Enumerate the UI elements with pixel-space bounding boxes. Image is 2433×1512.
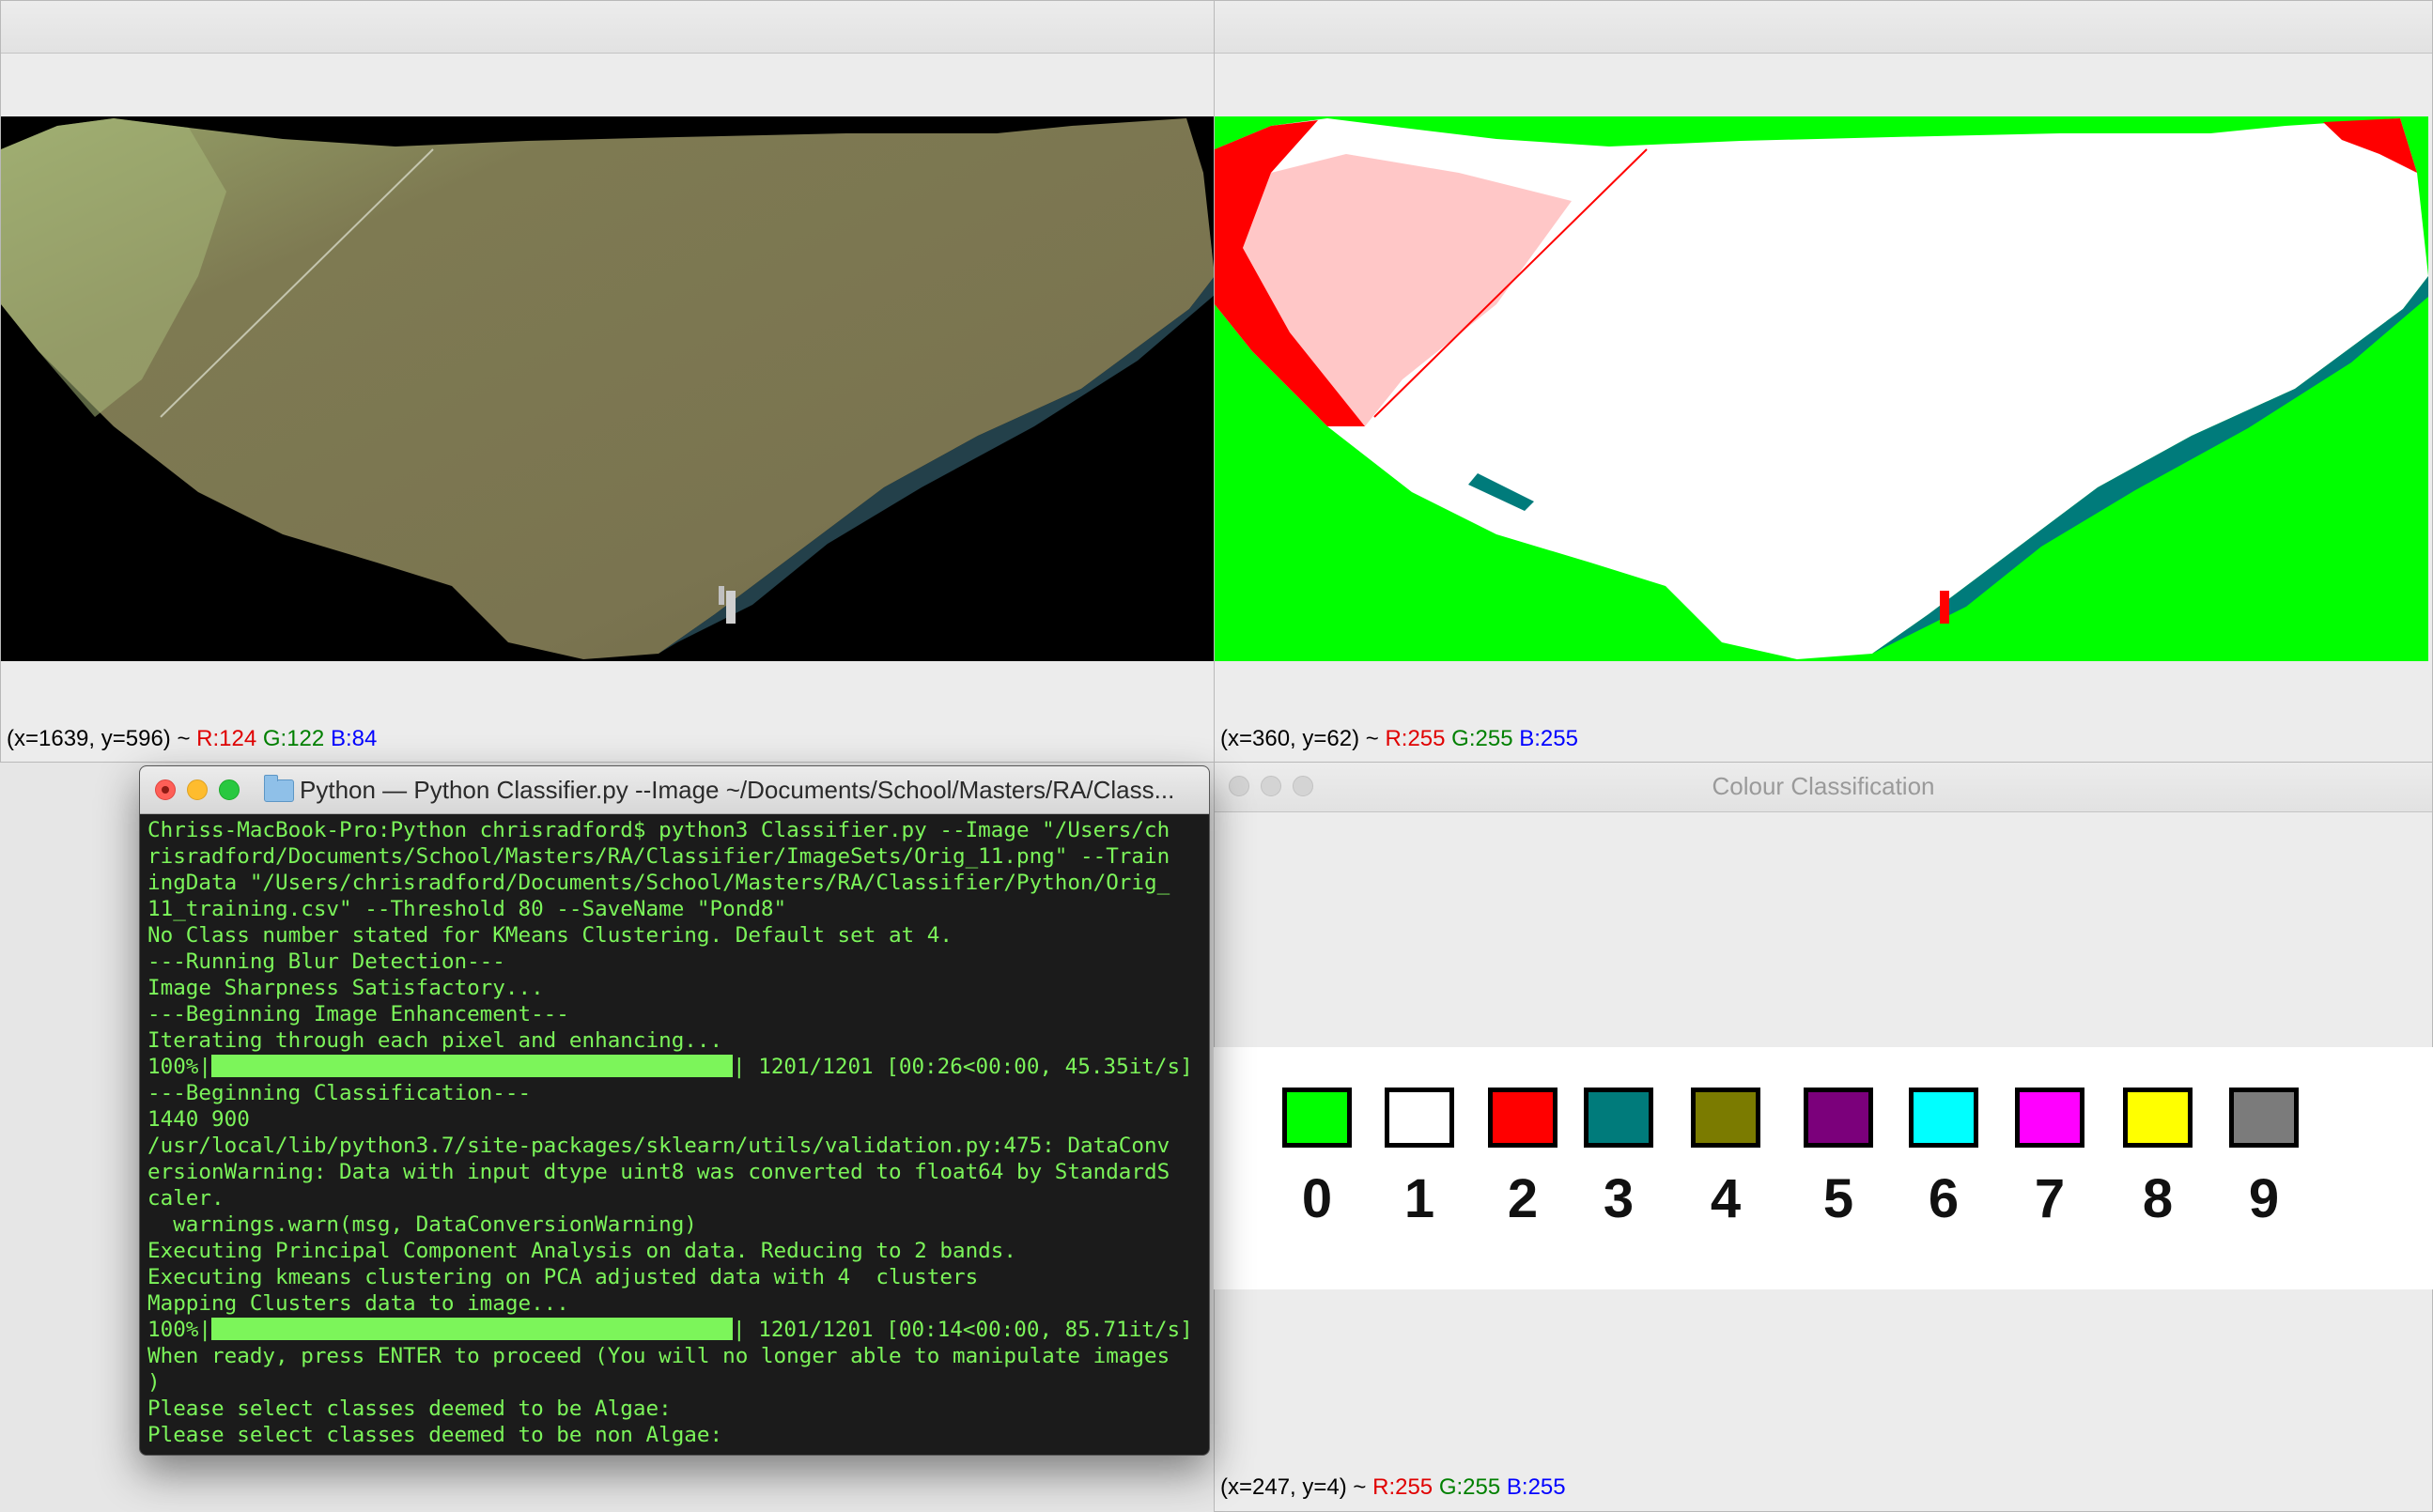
class-swatch-7[interactable]: [2015, 1088, 2084, 1148]
terminal-line: ---Beginning Image Enhancement---: [147, 1002, 569, 1026]
terminal-line: When ready, press ENTER to proceed (You …: [147, 1344, 1170, 1368]
class-swatch-8[interactable]: [2123, 1088, 2193, 1148]
terminal-line: Chriss-MacBook-Pro:Python chrisradford$ …: [147, 818, 1170, 842]
status-red: R:255: [1385, 726, 1446, 751]
window-titlebar[interactable]: Colour Classification: [1215, 763, 2432, 812]
terminal-line: ersionWarning: Data with input dtype uin…: [147, 1160, 1170, 1184]
status-separator: ~: [1365, 726, 1379, 751]
class-swatch-0[interactable]: [1282, 1088, 1352, 1148]
progress-line: 100%| | 1201/1201 [00:14<00:00, 85.71it/s…: [147, 1317, 1203, 1343]
pixel-status-bar: (x=360, y=62) ~ R:255 G:255 B:255: [1220, 726, 1578, 752]
progress-percent: 100%|: [147, 1055, 212, 1079]
terminal-line: 1440 900: [147, 1107, 250, 1132]
classified-pond-image[interactable]: [1215, 116, 2428, 661]
status-blue: B:255: [1519, 726, 1578, 751]
class-swatch-9[interactable]: [2229, 1088, 2299, 1148]
progress-stats: | 1201/1201 [00:26<00:00, 45.35it/s]: [733, 1055, 1193, 1079]
terminal-output[interactable]: Chriss-MacBook-Pro:Python chrisradford$ …: [147, 817, 1203, 1451]
class-swatch-4[interactable]: [1691, 1088, 1760, 1148]
pixel-status-bar: (x=247, y=4) ~ R:255 G:255 B:255: [1220, 1474, 1566, 1501]
terminal-line: 11_training.csv" --Threshold 80 --SaveNa…: [147, 897, 787, 921]
terminal-line: Iterating through each pixel and enhanci…: [147, 1028, 723, 1053]
class-label-2: 2: [1507, 1168, 1539, 1229]
progress-bar: [211, 1318, 734, 1340]
class-label-4: 4: [1710, 1168, 1742, 1229]
zoom-button[interactable]: [219, 779, 240, 800]
status-coords: (x=247, y=4): [1220, 1474, 1347, 1500]
class-swatch-3[interactable]: [1584, 1088, 1653, 1148]
terminal-line: /usr/local/lib/python3.7/site-packages/s…: [147, 1134, 1170, 1158]
status-blue: B:255: [1506, 1474, 1566, 1500]
class-label-8: 8: [2142, 1168, 2174, 1229]
status-green: G:122: [262, 726, 325, 751]
class-label-7: 7: [2034, 1168, 2066, 1229]
progress-percent: 100%|: [147, 1318, 212, 1342]
terminal-title: Python — Python Classifier.py --Image ~/…: [300, 776, 1175, 804]
terminal-titlebar[interactable]: Python — Python Classifier.py --Image ~/…: [140, 766, 1209, 814]
class-swatch-2[interactable]: [1488, 1088, 1557, 1148]
terminal-line: risradford/Documents/School/Masters/RA/C…: [147, 844, 1170, 869]
terminal-line: Executing kmeans clustering on PCA adjus…: [147, 1265, 979, 1289]
status-blue: B:84: [330, 726, 378, 751]
terminal-line: Executing Principal Component Analysis o…: [147, 1239, 1016, 1263]
window-title: Colour Classification: [1712, 772, 1935, 800]
class-label-1: 1: [1403, 1168, 1435, 1229]
status-red: R:255: [1372, 1474, 1433, 1500]
minimize-button[interactable]: [187, 779, 208, 800]
class-label-5: 5: [1822, 1168, 1854, 1229]
status-coords: (x=360, y=62): [1220, 726, 1360, 751]
class-label-3: 3: [1603, 1168, 1635, 1229]
class-swatch-5[interactable]: [1804, 1088, 1873, 1148]
status-separator: ~: [1353, 1474, 1367, 1500]
original-image-window[interactable]: (x=1639, y=596) ~ R:124 G:122 B:84: [0, 0, 1216, 763]
class-label-0: 0: [1301, 1168, 1333, 1229]
window-toolbar: [1215, 812, 2432, 874]
progress-stats: | 1201/1201 [00:14<00:00, 85.71it/s]: [733, 1318, 1193, 1342]
close-button[interactable]: [155, 779, 176, 800]
window-titlebar[interactable]: [1, 1, 1215, 54]
terminal-line: Please select classes deemed to be non A…: [147, 1423, 723, 1447]
classified-image-window[interactable]: (x=360, y=62) ~ R:255 G:255 B:255: [1214, 0, 2433, 763]
terminal-line: ---Beginning Classification---: [147, 1081, 532, 1105]
class-label-9: 9: [2248, 1168, 2280, 1229]
pond-image-graphic: [1, 118, 1215, 659]
terminal-line: Mapping Clusters data to image...: [147, 1291, 569, 1316]
window-toolbar: [1, 54, 1215, 116]
status-coords: (x=1639, y=596): [7, 726, 171, 751]
terminal-line: warnings.warn(msg, DataConversionWarning…: [147, 1212, 697, 1237]
folder-icon: [264, 775, 294, 802]
progress-bar: [211, 1055, 734, 1077]
class-color-legend[interactable]: 0 1 2 3 4 5 6 7 8 9: [1214, 1047, 2433, 1289]
class-swatch-1[interactable]: [1385, 1088, 1454, 1148]
terminal-line: ): [147, 1370, 161, 1395]
status-separator: ~: [177, 726, 191, 751]
original-pond-image[interactable]: [1, 116, 1215, 661]
window-titlebar[interactable]: [1215, 1, 2432, 54]
terminal-line: Please select classes deemed to be Algae…: [147, 1396, 672, 1421]
terminal-window[interactable]: Python — Python Classifier.py --Image ~/…: [139, 765, 1210, 1456]
class-swatch-6[interactable]: [1909, 1088, 1978, 1148]
terminal-line: Image Sharpness Satisfactory...: [147, 976, 544, 1000]
class-label-6: 6: [1928, 1168, 1960, 1229]
status-green: G:255: [1438, 1474, 1501, 1500]
status-green: G:255: [1451, 726, 1513, 751]
window-toolbar: [1215, 54, 2432, 116]
classified-image-graphic: [1215, 118, 2428, 659]
progress-line: 100%| | 1201/1201 [00:26<00:00, 45.35it/s…: [147, 1054, 1203, 1080]
terminal-line: ---Running Blur Detection---: [147, 949, 505, 974]
pixel-status-bar: (x=1639, y=596) ~ R:124 G:122 B:84: [7, 726, 377, 752]
terminal-line: ingData "/Users/chrisradford/Documents/S…: [147, 871, 1170, 895]
terminal-line: No Class number stated for KMeans Cluste…: [147, 923, 953, 948]
terminal-line: caler.: [147, 1186, 225, 1211]
status-red: R:124: [196, 726, 257, 751]
